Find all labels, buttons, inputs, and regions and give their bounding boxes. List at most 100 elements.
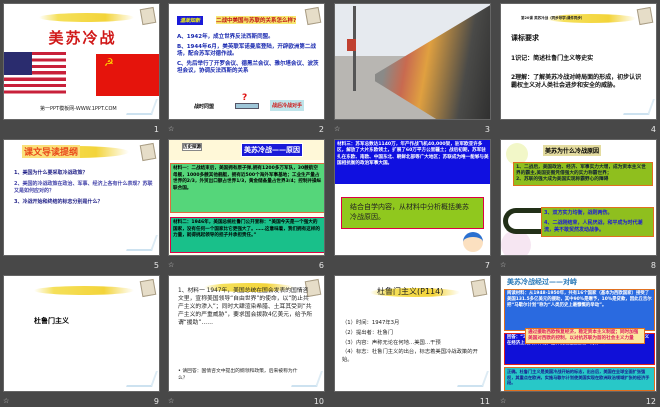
slide-6[interactable]: 历史探源 美苏冷战——原因 材料一：二战结束后，美国拥有原子弹,拥有1200多万… xyxy=(168,139,325,256)
slide-thumbnail-5[interactable]: 课文导读提纲 1、美国为什么要采取冷战政策？ 2、美国的冷战政策在政治、军事、经… xyxy=(3,139,163,271)
slide-thumbnail-9[interactable]: 杜鲁门主义 ☆ 9 xyxy=(3,275,163,407)
animation-icon: ☆ xyxy=(168,397,175,405)
slide-thumbnail-6[interactable]: 历史探源 美苏冷战——原因 材料一：二战结束后，美国拥有原子弹,拥有1200多万… xyxy=(168,139,328,271)
slide-thumbnail-10[interactable]: 1、材料一 1947年，美国总统在国会发表的国情咨文里，宣称美国领导“自由世界”… xyxy=(168,275,328,407)
slide-title: 美苏为什么冷战原因 xyxy=(543,145,602,156)
answer-box: 正确。杜鲁门主义是美国冷战开始的标志，出台后，美国在全球全面扩张强权，其重点在欧… xyxy=(504,367,655,391)
slide-title: 课文导读提纲 xyxy=(22,145,81,158)
animation-icon: ☆ xyxy=(3,397,10,405)
list-item: 1、美国为什么要采取冷战政策？ xyxy=(14,170,88,176)
animation-icon: ☆ xyxy=(334,125,341,133)
decoration xyxy=(139,142,157,162)
slide-number: 3 xyxy=(484,125,490,134)
us-flag xyxy=(4,52,66,94)
footer-text: 第一PPT模板网-WWW.1PPT.COM xyxy=(40,106,117,112)
slide-title: 杜鲁门主义(P114) xyxy=(377,287,444,296)
animation-icon: ☆ xyxy=(168,125,175,133)
list-item: C、先后举行了开罗会议、德黑兰会议、雅尔塔会议、波茨坦会议，协调反法西斯的关系 xyxy=(177,61,319,74)
list-item: 1、二战后，美国政治、经济、军事实力大增，成为资本主义世界的霸主,美国妄图凭借强… xyxy=(516,165,646,176)
slide-thumbnail-1[interactable]: 美苏冷战 ☭ 第一PPT模板网-WWW.1PPT.COM 1 xyxy=(3,3,163,135)
question-heading: 二战中美国与苏联的关系怎么样? xyxy=(216,16,297,24)
material-box-2: 材料二：1946年，美国总统杜鲁门公开宣称：“美国今天是一个强大的国家，没有任何… xyxy=(170,217,324,253)
list-item: （2）提出者：杜鲁门 xyxy=(342,330,394,336)
slide-2[interactable]: 温故知新 二战中美国与苏联的关系怎么样? A、1942年，成立世界反法西斯同盟。… xyxy=(168,3,325,120)
slide-9[interactable]: 杜鲁门主义 xyxy=(3,275,160,392)
decoration xyxy=(470,278,488,298)
decoration xyxy=(126,371,158,387)
decoration xyxy=(4,52,32,75)
decoration: 1、美国为什么要采取冷战政策？ 2、美国的冷战政策在政治、军事、经济上各有什么表… xyxy=(14,170,154,206)
decoration xyxy=(34,286,134,295)
slide-number: 12 xyxy=(645,397,656,406)
slide-10[interactable]: 1、材料一 1947年，美国总统在国会发表的国情咨文里，宣称美国领导“自由世界”… xyxy=(168,275,325,392)
decoration xyxy=(139,6,157,26)
right-label: 战后冷战对手 xyxy=(270,100,305,111)
slide-5[interactable]: 课文导读提纲 1、美国为什么要采取冷战政策？ 2、美国的冷战政策在政治、军事、经… xyxy=(3,139,160,256)
arrow-icon xyxy=(235,103,259,109)
list-item: B、1944年6月，美英联军诺曼底登陆，开辟欧洲第二战场，配合苏军对德作战。 xyxy=(177,44,316,57)
slide-12[interactable]: 美苏冷战经过——对峙 阅读材料：从1948-1950年，共有16个国家（基本为西… xyxy=(500,275,657,392)
slide-thumbnail-3[interactable]: ☆ 3 xyxy=(334,3,494,135)
slide-thumbnail-8[interactable]: 美苏为什么冷战原因 1、二战后，美国政治、经济、军事实力大增，成为资本主义世界的… xyxy=(500,139,660,271)
list-item: 1识记：简述杜鲁门主义等史实 xyxy=(511,55,594,62)
paragraph: 1、材料一 1947年，美国总统在国会发表的国情咨文里，宣称美国领导“自由世界”… xyxy=(178,288,313,326)
left-label: 战时同盟 xyxy=(194,104,215,110)
teacher-cartoon-icon xyxy=(463,232,483,252)
material-box-3: 材料三：苏军总数达1140万，年产作战飞机40,000架，驻军欧亚许多区，解放了… xyxy=(335,140,490,184)
slide-number: 1 xyxy=(153,125,159,134)
list-item: （1）时间：1947年3月 xyxy=(342,320,400,326)
decoration xyxy=(623,99,655,115)
decoration: A、1942年，成立世界反法西斯同盟。 B、1944年6月，美英联军诺曼底登陆，… xyxy=(177,34,319,75)
list-item: 2、美国的冷战政策在政治、军事、经济上各有什么表现？苏联又是如何应对的？ xyxy=(14,181,153,194)
answer-popup: 通过援助西欧恢复经济，稳定资本主义制度；同时加强美国对西欧的控制，以对抗苏联为首… xyxy=(525,328,645,345)
section-heading: 课标要求 xyxy=(511,34,539,42)
bullet-text: 请回答：国情咨文中提出的纲领和政策，后来被称为什么？ xyxy=(178,369,298,381)
slide-1[interactable]: 美苏冷战 ☭ 第一PPT模板网-WWW.1PPT.COM xyxy=(3,3,160,120)
list-item: （3）内容：声称无论在何地…美国…干预 xyxy=(342,340,441,346)
decoration: （1）时间：1947年3月 （2）提出者：杜鲁门 （3）内容：声称无论在何地…美… xyxy=(342,318,482,364)
slide-number: 11 xyxy=(479,397,490,406)
curved-arrow-icon xyxy=(503,208,541,234)
decoration xyxy=(636,6,654,26)
slide-title: 美苏冷战 xyxy=(48,29,117,47)
decoration xyxy=(457,371,489,387)
list-item: A、1942年，成立世界反法西斯同盟。 xyxy=(177,34,274,40)
slide-number: 4 xyxy=(650,125,656,134)
tag-label: 历史探源 xyxy=(182,143,202,151)
slide-number: 10 xyxy=(313,397,324,406)
slide-11[interactable]: 杜鲁门主义(P114) （1）时间：1947年3月 （2）提出者：杜鲁门 （3）… xyxy=(334,275,491,392)
slide-title: 杜鲁门主义 xyxy=(34,317,69,325)
slide-number: 2 xyxy=(318,125,324,134)
decoration xyxy=(139,278,157,298)
reading-box: 阅读材料：从1948-1950年，共有16个国家（基本为西欧国家）接受了美国13… xyxy=(504,289,655,331)
slide-number: 9 xyxy=(153,397,159,406)
decoration xyxy=(304,6,322,26)
slide-number: 8 xyxy=(650,261,656,270)
slide-number: 6 xyxy=(318,261,324,270)
lesson-header: 第20课 美苏冷战（同步导学\课件同步） xyxy=(521,16,585,20)
decoration xyxy=(347,39,356,51)
slide-title: 美苏冷战经过——对峙 xyxy=(507,278,577,286)
slide-thumbnail-12[interactable]: 美苏冷战经过——对峙 阅读材料：从1948-1950年，共有16个国家（基本为西… xyxy=(500,275,660,407)
slide-3[interactable] xyxy=(334,3,491,120)
slide-thumbnail-4[interactable]: 第20课 美苏冷战（同步导学\课件同步） 课标要求 1识记：简述杜鲁门主义等史实… xyxy=(500,3,660,135)
list-item: 2、苏联的强大成为美国实现称霸野心的障碍 xyxy=(516,177,609,182)
slide-8[interactable]: 美苏为什么冷战原因 1、二战后，美国政治、经济、军事实力大增，成为资本主义世界的… xyxy=(500,139,657,256)
list-item: 4、二战刚结束，人民厌战，和平成为时代潮流，美不敢贸然发动战争。 xyxy=(544,220,643,233)
animation-icon: ☆ xyxy=(500,261,507,269)
slide-title: 美苏冷战——原因 xyxy=(241,143,303,157)
animation-icon: ☆ xyxy=(500,397,507,405)
slide-7[interactable]: 材料三：苏军总数达1140万，年产作战飞机40,000架，驻军欧亚许多区，解放了… xyxy=(334,139,491,256)
question-mark: ? xyxy=(242,93,248,103)
list-item: 3、双方实力均衡，战则两伤。 xyxy=(544,210,613,216)
list-item: 3、冷战开始和终结的标志分别是什么？ xyxy=(14,199,103,205)
decoration: 3、双方实力均衡，战则两伤。 4、二战刚结束，人民厌战，和平成为时代潮流，美不敢… xyxy=(541,207,654,237)
decoration xyxy=(126,99,158,115)
list-item: （4）标志：杜鲁门主义的出台，标志着美国冷战政策的开始。 xyxy=(342,349,478,363)
slide-thumbnail-2[interactable]: 温故知新 二战中美国与苏联的关系怎么样? A、1942年，成立世界反法西斯同盟。… xyxy=(168,3,328,135)
slide-thumbnail-11[interactable]: 杜鲁门主义(P114) （1）时间：1947年3月 （2）提出者：杜鲁门 （3）… xyxy=(334,275,494,407)
berlin-wall-photo xyxy=(375,4,490,119)
slide-4[interactable]: 第20课 美苏冷战（同步导学\课件同步） 课标要求 1识记：简述杜鲁门主义等史实… xyxy=(500,3,657,120)
slide-thumbnail-7[interactable]: 材料三：苏军总数达1140万，年产作战飞机40,000架，驻军欧亚许多区，解放了… xyxy=(334,139,494,271)
decoration xyxy=(126,235,158,251)
